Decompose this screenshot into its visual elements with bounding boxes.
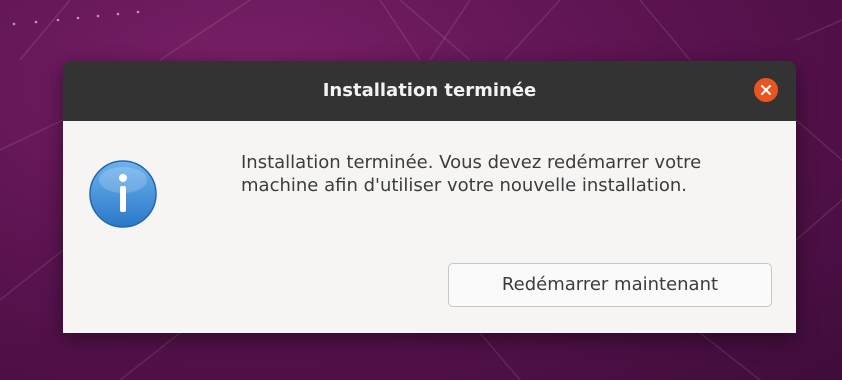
dialog-title: Installation terminée: [322, 80, 537, 101]
restart-now-button[interactable]: Redémarrer maintenant: [448, 263, 772, 307]
installation-complete-dialog: Installation terminée Installation termi…: [63, 61, 796, 333]
dialog-message: Installation terminée. Vous devez redéma…: [241, 152, 702, 196]
close-button[interactable]: [754, 78, 778, 102]
info-icon: [87, 158, 159, 230]
dialog-titlebar: Installation terminée: [63, 61, 796, 121]
dialog-body: Installation terminée. Vous devez redéma…: [63, 121, 796, 333]
close-icon: [761, 85, 771, 95]
